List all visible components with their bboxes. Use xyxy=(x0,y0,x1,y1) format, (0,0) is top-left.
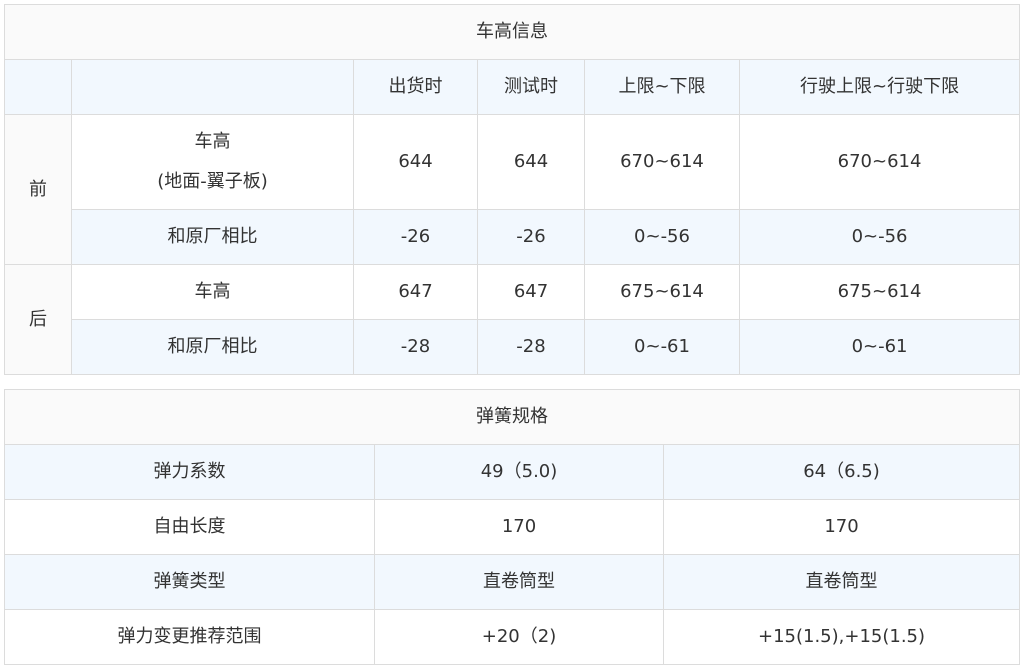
front-label: 前 xyxy=(4,114,72,265)
rear-compare-label: 和原厂相比 xyxy=(71,319,354,375)
spring-spec-title: 弹簧规格 xyxy=(3,389,1021,445)
recommended-change-rear: +15(1.5),+15(1.5) xyxy=(662,609,1021,665)
free-length-row: 自由长度 170 170 xyxy=(4,499,1021,555)
recommended-change-front: +20（2) xyxy=(374,609,664,665)
rear-compare-row: 和原厂相比 -28 -28 0~-61 0~-61 xyxy=(5,319,1021,375)
rear-height-range: 675~614 xyxy=(584,264,740,320)
rear-compare-drive-range: 0~-61 xyxy=(738,319,1021,375)
rear-height-ship: 647 xyxy=(353,264,478,320)
recommended-change-label: 弹力变更推荐范围 xyxy=(4,609,375,665)
rear-height-row: 后 车高 647 647 675~614 675~614 xyxy=(4,264,1021,375)
spring-type-label: 弹簧类型 xyxy=(4,554,375,610)
rear-compare-ship: -28 xyxy=(353,319,478,375)
rear-height-test: 647 xyxy=(477,264,585,320)
header-drive-range: 行驶上限~行驶下限 xyxy=(738,59,1021,115)
front-compare-row: 和原厂相比 -26 -26 0~-56 0~-56 xyxy=(5,209,1021,265)
spring-rate-label: 弹力系数 xyxy=(4,444,375,500)
front-compare-drive-range: 0~-56 xyxy=(738,209,1021,265)
front-height-label-line1: 车高 xyxy=(194,131,231,152)
front-height-row: 前 车高 (地面-翼子板) 644 644 670~614 670~614 xyxy=(4,114,1021,265)
spring-type-front: 直卷筒型 xyxy=(374,554,664,610)
rear-height-drive-range: 675~614 xyxy=(738,264,1021,320)
free-length-front: 170 xyxy=(374,499,664,555)
free-length-label: 自由长度 xyxy=(4,499,375,555)
ride-height-header-row: 出货时 测试时 上限~下限 行驶上限~行驶下限 xyxy=(4,59,1021,115)
ride-height-table: 车高信息 出货时 测试时 上限~下限 行驶上限~行驶下限 前 车高 (地面-翼子… xyxy=(3,4,1021,375)
header-test: 测试时 xyxy=(477,59,585,115)
spring-type-rear: 直卷筒型 xyxy=(662,554,1021,610)
front-compare-ship: -26 xyxy=(353,209,478,265)
spring-spec-table: 弹簧规格 弹力系数 49（5.0) 64（6.5) 自由长度 170 170 弹… xyxy=(3,389,1021,665)
front-compare-test: -26 xyxy=(477,209,585,265)
header-blank xyxy=(71,59,354,115)
front-height-drive-range: 670~614 xyxy=(738,114,1021,210)
ride-height-title: 车高信息 xyxy=(3,4,1021,60)
rear-label: 后 xyxy=(4,264,72,375)
spring-type-row: 弹簧类型 直卷筒型 直卷筒型 xyxy=(4,554,1021,610)
header-ship: 出货时 xyxy=(353,59,478,115)
header-range: 上限~下限 xyxy=(584,59,740,115)
front-height-ship: 644 xyxy=(353,114,478,210)
rear-height-label: 车高 xyxy=(71,264,354,320)
front-height-label: 车高 (地面-翼子板) xyxy=(71,114,354,210)
free-length-rear: 170 xyxy=(662,499,1021,555)
recommended-change-row: 弹力变更推荐范围 +20（2) +15(1.5),+15(1.5) xyxy=(4,609,1021,665)
front-height-test: 644 xyxy=(477,114,585,210)
front-compare-label: 和原厂相比 xyxy=(71,209,354,265)
spring-rate-front: 49（5.0) xyxy=(374,444,664,500)
spring-rate-rear: 64（6.5) xyxy=(662,444,1021,500)
front-height-range: 670~614 xyxy=(584,114,740,210)
front-compare-range: 0~-56 xyxy=(584,209,740,265)
rear-compare-test: -28 xyxy=(477,319,585,375)
header-blank xyxy=(4,59,72,115)
front-height-label-line2: (地面-翼子板) xyxy=(157,171,268,192)
spring-rate-row: 弹力系数 49（5.0) 64（6.5) xyxy=(4,444,1021,500)
rear-compare-range: 0~-61 xyxy=(584,319,740,375)
